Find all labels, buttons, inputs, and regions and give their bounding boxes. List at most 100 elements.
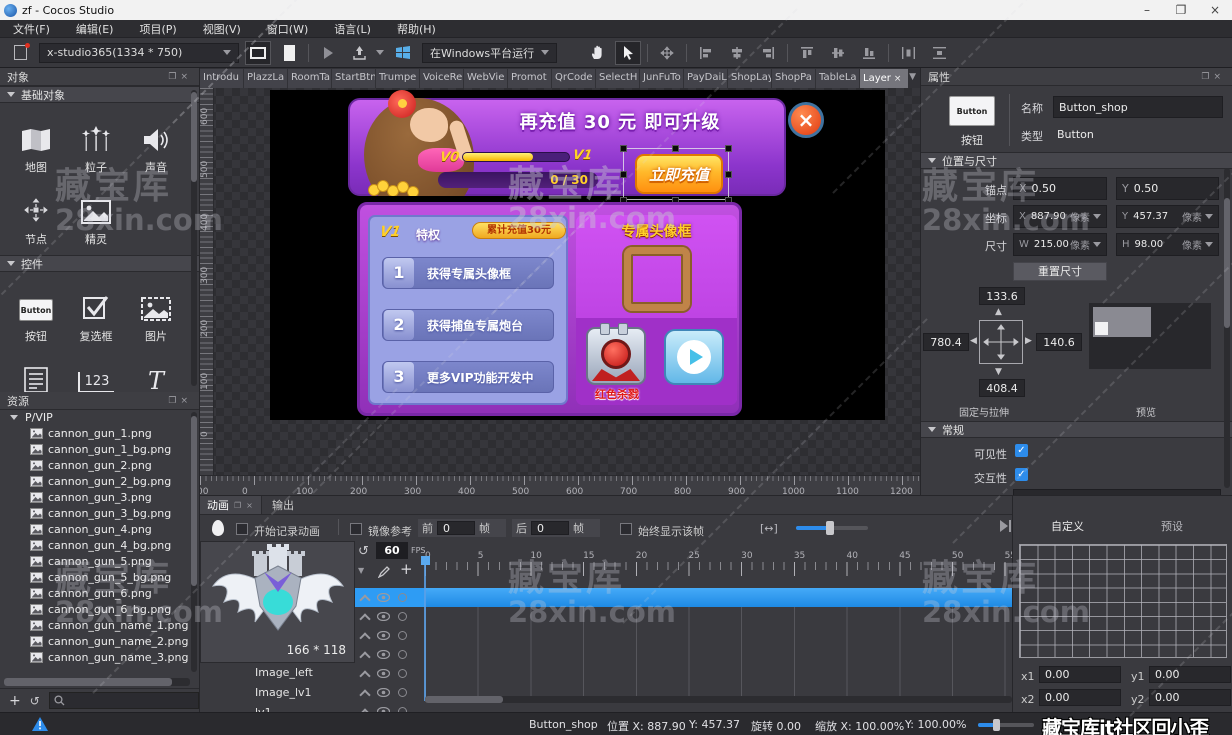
dropdown-chevron-icon[interactable]: ▼ (358, 566, 364, 575)
menu-item[interactable]: 语言(L) (321, 21, 384, 37)
x2-input[interactable]: 0.00 (1039, 689, 1121, 706)
resource-file[interactable]: cannon_gun_6_bg.png (0, 601, 199, 617)
x1-input[interactable]: 0.00 (1039, 666, 1121, 683)
palette-item-map[interactable]: 地图 (6, 111, 66, 175)
properties-scrollbar[interactable] (1224, 168, 1230, 488)
track-label[interactable]: Image_left (255, 666, 313, 679)
resource-search-input[interactable] (49, 692, 199, 709)
video-play-icon[interactable] (664, 329, 724, 385)
selection-handle[interactable] (620, 171, 627, 178)
name-input[interactable]: Button_shop (1053, 96, 1223, 118)
select-tool-icon[interactable] (616, 42, 640, 64)
mirror-checkbox[interactable] (350, 523, 362, 535)
game-canvas[interactable]: 再充值 30 元 即可升级 V0 V1 0 / 30 立即充值 (270, 90, 885, 420)
resource-file[interactable]: cannon_gun_name_3.png (0, 649, 199, 665)
anchor-y-field[interactable]: Y0.50 (1116, 177, 1219, 200)
resource-file[interactable]: cannon_gun_5.png (0, 553, 199, 569)
palette-item-checkbox[interactable]: 复选框 (66, 280, 126, 344)
keyframe-ring-icon[interactable] (398, 688, 407, 697)
y2-input[interactable]: 0.00 (1149, 689, 1231, 706)
menu-item[interactable]: 项目(P) (126, 21, 189, 37)
resource-file[interactable]: cannon_gun_6.png (0, 585, 199, 601)
red-cannon-icon[interactable] (586, 327, 646, 385)
always-show-checkbox[interactable] (620, 523, 632, 535)
resolution-select[interactable]: x-studio365(1334 * 750) (39, 43, 239, 63)
menu-item[interactable]: 文件(F) (0, 21, 63, 37)
after-input[interactable]: 0 (531, 521, 569, 535)
expand-row-icon[interactable] (359, 632, 370, 643)
align-middle-v-icon[interactable] (826, 42, 850, 64)
restore-icon[interactable]: ❐ (1164, 3, 1198, 17)
eye-icon[interactable] (377, 612, 390, 621)
slider-handle[interactable] (826, 521, 834, 535)
minimize-icon[interactable]: – (1130, 3, 1164, 17)
before-input[interactable]: 0 (437, 521, 475, 535)
keyframe-ring-icon[interactable] (398, 612, 407, 621)
timeline-grid[interactable] (425, 607, 1012, 702)
keyframe-ring-icon[interactable] (398, 650, 407, 659)
document-tab[interactable]: QrCode (552, 69, 595, 88)
palette-item-particle[interactable]: 粒子 (66, 111, 126, 175)
publish-chevron-icon[interactable] (376, 50, 384, 55)
track-label[interactable]: lv1 (255, 706, 272, 712)
document-tab[interactable]: Trumpe (376, 69, 419, 88)
align-left-icon[interactable] (694, 42, 718, 64)
canvas-workspace[interactable]: 6005004003002001000-100 (200, 88, 920, 475)
resource-file[interactable]: cannon_gun_2_bg.png (0, 473, 199, 489)
stretch-cross-box[interactable] (979, 320, 1023, 364)
playhead-handle[interactable] (421, 556, 430, 565)
palette-item-button[interactable]: Button 按钮 (6, 280, 66, 344)
resource-file[interactable]: cannon_gun_1.png (0, 425, 199, 441)
menu-item[interactable]: 窗口(W) (254, 21, 321, 37)
hand-tool-icon[interactable] (585, 42, 609, 64)
resource-file[interactable]: cannon_gun_4.png (0, 521, 199, 537)
keyframe-ring-icon[interactable] (398, 631, 407, 640)
reset-size-button[interactable]: 重置尺寸 (1013, 262, 1107, 281)
coord-x-field[interactable]: X887.90像素 (1013, 205, 1107, 228)
close-icon[interactable]: × (1198, 3, 1232, 17)
expand-row-icon[interactable] (359, 651, 370, 662)
tab-list-chevron-icon[interactable]: ▼ (909, 72, 916, 82)
float-panel-icon[interactable]: ❐ (1201, 72, 1213, 82)
output-tab[interactable]: 输出 (263, 496, 303, 514)
document-tab[interactable]: RoomTa (288, 69, 331, 88)
close-panel-icon[interactable]: × (180, 396, 192, 406)
distribute-h-icon[interactable] (896, 42, 920, 64)
record-animation-icon[interactable] (212, 520, 224, 536)
resource-file[interactable]: cannon_gun_3.png (0, 489, 199, 505)
resource-file[interactable]: cannon_gun_name_2.png (0, 633, 199, 649)
play-icon[interactable] (316, 42, 340, 64)
resource-file[interactable]: cannon_gun_name_1.png (0, 617, 199, 633)
menu-item[interactable]: 帮助(H) (384, 21, 449, 37)
keyframe-ring-icon[interactable] (398, 593, 407, 602)
document-tab[interactable]: PayDaiL (684, 69, 727, 88)
document-tab[interactable]: ShopPa (772, 69, 815, 88)
pencil-icon[interactable] (378, 565, 391, 578)
float-panel-icon[interactable]: ❐ (168, 72, 180, 82)
move-tool-icon[interactable] (655, 42, 679, 64)
size-w-field[interactable]: W215.00像素 (1013, 233, 1107, 256)
resource-file[interactable]: cannon_gun_2.png (0, 457, 199, 473)
track-label[interactable]: Image_lv1 (255, 686, 312, 699)
document-tab[interactable]: WebVie (464, 69, 507, 88)
y1-input[interactable]: 0.00 (1149, 666, 1231, 683)
fps-input[interactable]: 60 (376, 542, 408, 559)
refresh-icon[interactable]: ↺ (30, 694, 40, 708)
resource-file[interactable]: cannon_gun_3_bg.png (0, 505, 199, 521)
eye-icon[interactable] (377, 631, 390, 640)
align-right-icon[interactable] (756, 42, 780, 64)
general-section-header[interactable]: 常规 (921, 421, 1232, 438)
float-panel-icon[interactable]: ❐ (168, 396, 180, 406)
popup-close-button[interactable]: × (788, 102, 824, 138)
resource-file[interactable]: cannon_gun_1_bg.png (0, 441, 199, 457)
document-tab[interactable]: Introdu (200, 69, 243, 88)
curve-tab-preset[interactable]: 预设 (1161, 518, 1183, 534)
basic-objects-section-header[interactable]: 基础对象 (0, 86, 199, 103)
distribute-v-icon[interactable] (927, 42, 951, 64)
timeline-zoom-slider[interactable] (796, 526, 868, 530)
tab-close-icon[interactable]: × (894, 74, 902, 84)
anchor-x-field[interactable]: X0.50 (1013, 177, 1107, 200)
selection-handle[interactable] (672, 145, 679, 152)
align-top-icon[interactable] (795, 42, 819, 64)
interactive-checkbox[interactable]: ✓ (1015, 468, 1028, 481)
